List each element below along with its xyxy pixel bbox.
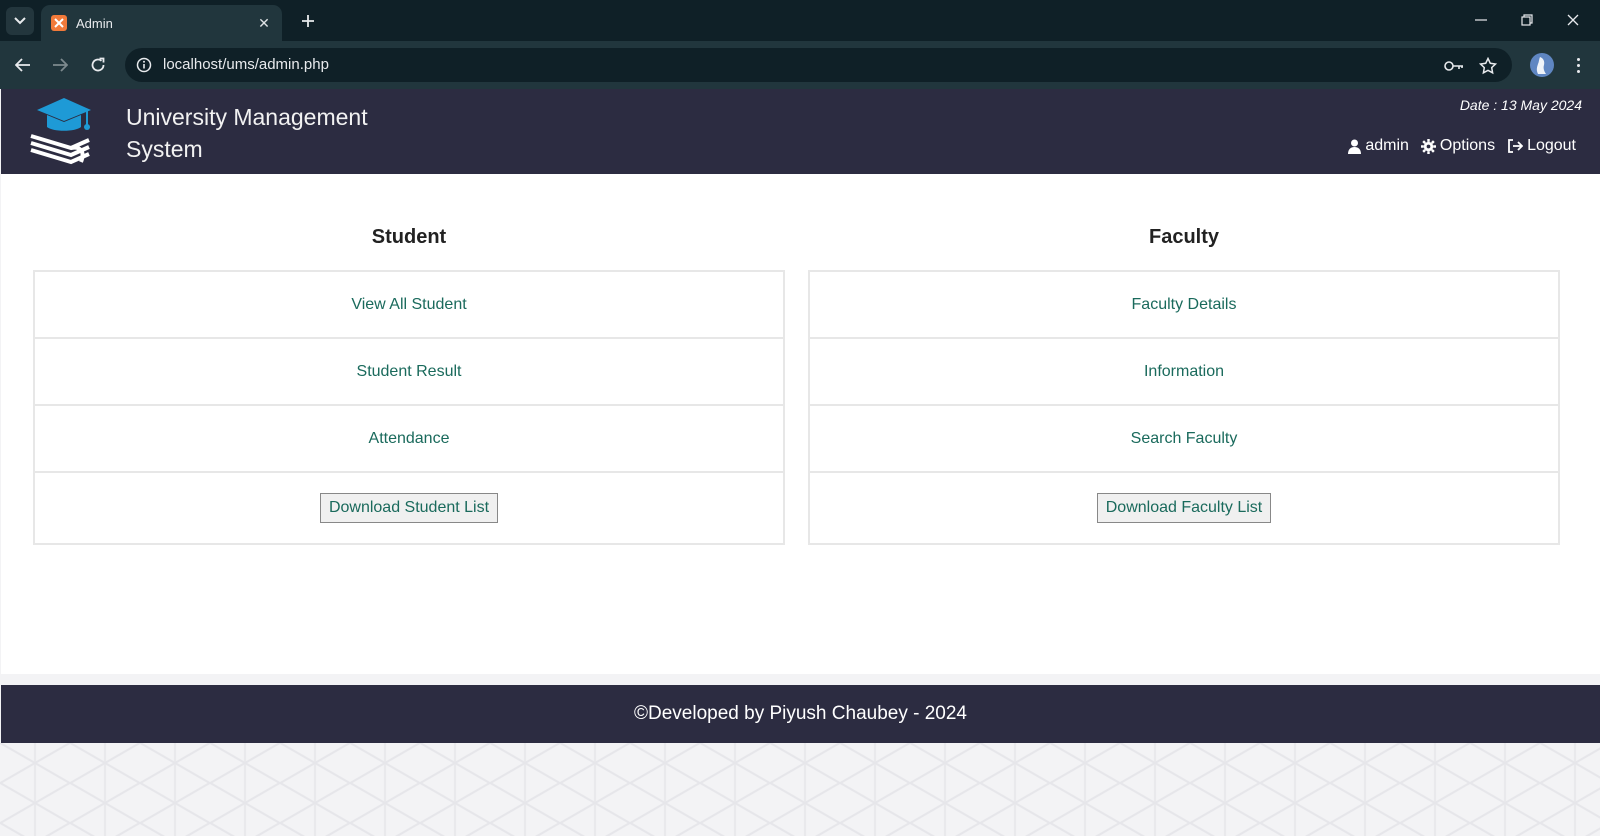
download-student-list-button[interactable]: Download Student List — [319, 493, 499, 523]
bookmark-star-icon[interactable] — [1477, 55, 1499, 77]
browser-tabstrip: Admin ✕ — [0, 0, 1600, 41]
page: University Management System Date : 13 M… — [0, 89, 1600, 836]
background-pattern — [0, 743, 1600, 836]
view-all-student-link[interactable]: View All Student — [35, 272, 783, 339]
browser-tab[interactable]: Admin ✕ — [41, 5, 282, 41]
password-key-icon[interactable] — [1443, 55, 1465, 77]
tab-title: Admin — [76, 15, 113, 31]
student-menu: View All Student Student Result Attendan… — [33, 270, 785, 545]
site-info-icon[interactable] — [133, 54, 155, 76]
user-name: admin — [1365, 137, 1409, 154]
main-content: Student View All Student Student Result … — [1, 174, 1600, 674]
browser-menu-icon[interactable] — [1568, 53, 1588, 77]
back-arrow-icon[interactable] — [9, 51, 37, 79]
student-result-link[interactable]: Student Result — [35, 339, 783, 406]
footer-text: ©Developed by Piyush Chaubey - 2024 — [634, 703, 967, 724]
url-text: localhost/ums/admin.php — [163, 56, 329, 73]
sign-out-icon — [1508, 139, 1524, 153]
site-header: University Management System Date : 13 M… — [1, 89, 1600, 174]
new-tab-icon[interactable] — [294, 8, 322, 34]
student-section: Student View All Student Student Result … — [33, 174, 785, 545]
current-date: Date : 13 May 2024 — [1459, 97, 1582, 113]
information-link[interactable]: Information — [810, 339, 1558, 406]
reload-icon[interactable] — [84, 51, 112, 79]
restore-icon[interactable] — [1504, 5, 1550, 35]
chevron-down-icon — [14, 17, 26, 25]
faculty-details-link[interactable]: Faculty Details — [810, 272, 1558, 339]
window-close-icon[interactable] — [1550, 5, 1596, 35]
user-nav: admin Options Logout — [1348, 137, 1576, 155]
user-link[interactable]: admin — [1348, 137, 1409, 155]
address-bar[interactable]: localhost/ums/admin.php — [125, 48, 1512, 82]
minimize-icon[interactable] — [1458, 5, 1504, 35]
faculty-download-row: Download Faculty List — [810, 473, 1558, 543]
search-faculty-link[interactable]: Search Faculty — [810, 406, 1558, 473]
options-link[interactable]: Options — [1420, 137, 1496, 155]
profile-avatar-icon[interactable] — [1530, 53, 1554, 77]
logout-label: Logout — [1527, 137, 1576, 154]
tab-search-button[interactable] — [6, 7, 34, 35]
forward-arrow-icon[interactable] — [46, 51, 74, 79]
logout-link[interactable]: Logout — [1507, 137, 1576, 155]
site-footer: ©Developed by Piyush Chaubey - 2024 — [1, 685, 1600, 743]
tab-close-icon[interactable]: ✕ — [254, 13, 274, 33]
faculty-heading: Faculty — [1148, 226, 1220, 248]
faculty-menu: Faculty Details Information Search Facul… — [808, 270, 1560, 545]
download-faculty-list-button[interactable]: Download Faculty List — [1096, 493, 1272, 523]
attendance-link[interactable]: Attendance — [35, 406, 783, 473]
xampp-favicon-icon — [51, 15, 67, 31]
student-download-row: Download Student List — [35, 473, 783, 543]
student-heading: Student — [371, 226, 447, 248]
gear-icon — [1420, 138, 1436, 154]
site-title: University Management System — [126, 104, 368, 162]
faculty-section: Faculty Faculty Details Information Sear… — [808, 174, 1560, 545]
options-label: Options — [1439, 137, 1496, 154]
user-icon — [1348, 139, 1362, 154]
browser-toolbar: localhost/ums/admin.php — [0, 41, 1600, 89]
graduation-cap-books-logo-icon — [27, 96, 97, 166]
